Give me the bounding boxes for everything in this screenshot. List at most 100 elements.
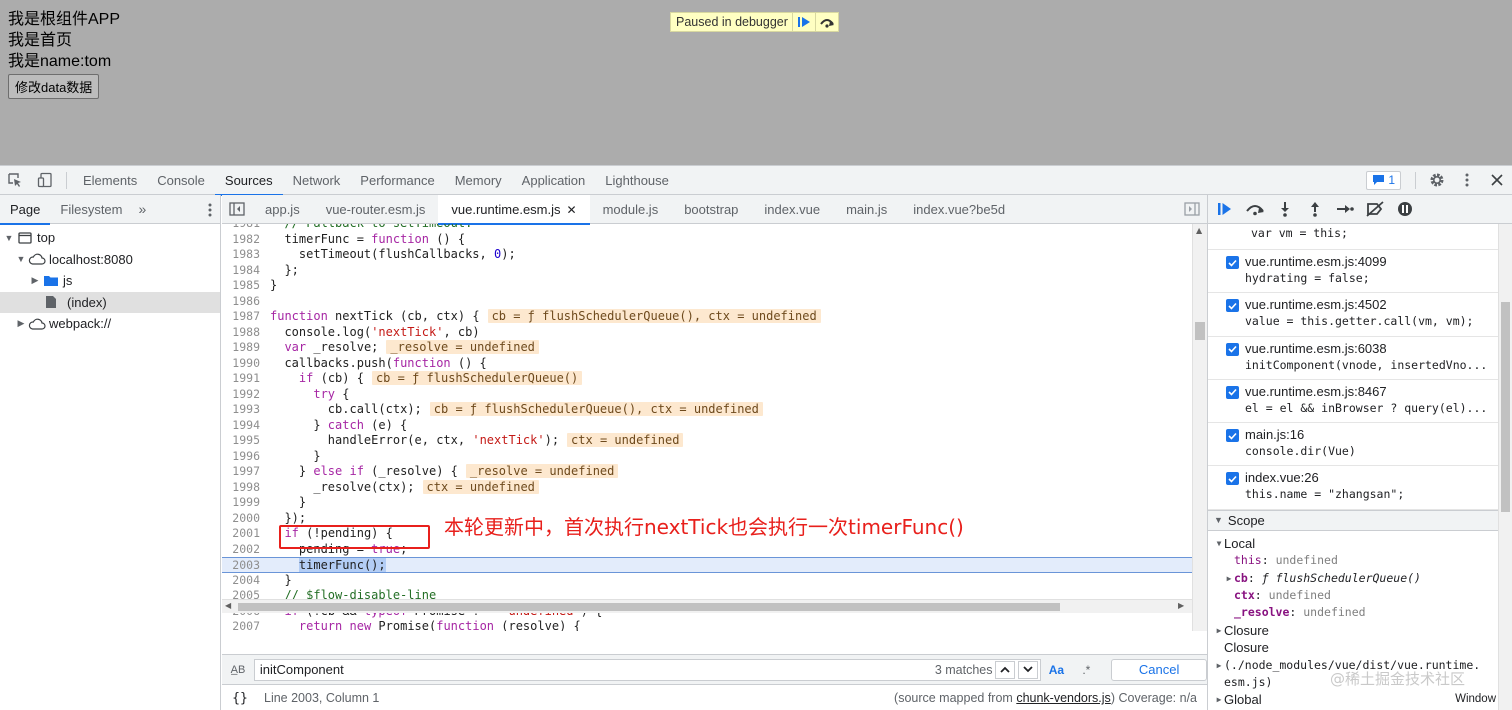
next-match-button[interactable] <box>1018 660 1039 679</box>
more-options-button[interactable] <box>1452 166 1482 195</box>
call-frame[interactable]: var vm = this; <box>1208 224 1512 250</box>
scroll-up-icon[interactable]: ▲ <box>1196 226 1202 235</box>
step-out-button[interactable] <box>1304 198 1326 220</box>
line-number[interactable]: 2007 <box>222 619 264 631</box>
code-line[interactable]: 1997 } else if (_resolve) {_resolve = un… <box>222 464 1192 480</box>
code-line[interactable]: 1992 try { <box>222 387 1192 403</box>
code-line[interactable]: 1996 } <box>222 449 1192 465</box>
code-line[interactable]: 1994 } catch (e) { <box>222 418 1192 434</box>
line-number[interactable]: 1984 <box>222 263 264 279</box>
scope-local[interactable]: ▼ Local <box>1208 535 1512 552</box>
navigator-tab-filesystem[interactable]: Filesystem <box>50 195 132 224</box>
pause-on-exceptions-button[interactable] <box>1394 198 1416 220</box>
code-line[interactable]: 1983 setTimeout(flushCallbacks, 0); <box>222 247 1192 263</box>
line-number[interactable]: 1998 <box>222 480 264 496</box>
toggle-debugger-button[interactable] <box>1177 195 1207 224</box>
call-frame[interactable]: vue.runtime.esm.js:4502 value = this.gett… <box>1208 293 1512 337</box>
tab-application[interactable]: Application <box>512 166 596 195</box>
scope-global[interactable]: ▶ Global Window <box>1208 691 1512 708</box>
toggle-navigator-button[interactable] <box>222 195 252 224</box>
navigator-tab-page[interactable]: Page <box>0 195 51 225</box>
navigator-menu-button[interactable] <box>208 195 212 224</box>
breakpoint-checkbox[interactable] <box>1226 472 1239 486</box>
scrollbar-thumb[interactable] <box>1195 322 1205 340</box>
line-number[interactable]: 2002 <box>222 542 264 558</box>
tree-item-localhost[interactable]: ▼ localhost:8080 <box>0 249 220 271</box>
tab-performance[interactable]: Performance <box>350 166 444 195</box>
line-number[interactable]: 1993 <box>222 402 264 418</box>
code-line[interactable]: 1988 console.log('nextTick', cb) <box>222 325 1192 341</box>
code-area[interactable]: 1981 // Fallback to setTimeout.1982 time… <box>222 224 1192 631</box>
code-line[interactable]: 1990 callbacks.push(function () { <box>222 356 1192 372</box>
line-number[interactable]: 1989 <box>222 340 264 356</box>
line-number[interactable]: 1995 <box>222 433 264 449</box>
step-button[interactable] <box>1334 198 1356 220</box>
resume-button[interactable] <box>791 13 815 31</box>
code-line[interactable]: 1986 <box>222 294 1192 310</box>
code-line[interactable]: 2007 return new Promise(function (resolv… <box>222 619 1192 631</box>
line-number[interactable]: 1999 <box>222 495 264 511</box>
code-line[interactable]: 1984 }; <box>222 263 1192 279</box>
line-number[interactable]: 1990 <box>222 356 264 372</box>
match-case-toggle[interactable]: Aa <box>1041 663 1071 677</box>
scrollbar-thumb[interactable] <box>238 603 1060 611</box>
line-number[interactable]: 2003 <box>222 558 264 572</box>
line-number[interactable]: 1986 <box>222 294 264 310</box>
file-tab-module-js[interactable]: module.js <box>590 195 672 224</box>
device-toolbar-button[interactable] <box>30 166 60 195</box>
find-input-box[interactable]: 3 matches <box>253 658 1042 681</box>
file-tab-index-vue[interactable]: index.vue <box>751 195 833 224</box>
file-tab-main-js[interactable]: main.js <box>833 195 900 224</box>
line-number[interactable]: 1983 <box>222 247 264 263</box>
current-execution-line[interactable]: 2003 timerFunc(); <box>222 557 1192 573</box>
tree-item-top[interactable]: ▼ top <box>0 227 220 249</box>
tree-item-js[interactable]: ▶ js <box>0 270 220 292</box>
step-over-button[interactable] <box>1244 198 1266 220</box>
line-number[interactable]: 2001 <box>222 526 264 542</box>
modify-data-button[interactable]: 修改data数据 <box>8 74 100 99</box>
code-line[interactable]: 1982 timerFunc = function () { <box>222 232 1192 248</box>
line-number[interactable]: 2000 <box>222 511 264 527</box>
breakpoint-checkbox[interactable] <box>1226 342 1239 356</box>
scroll-right-icon[interactable]: ▶ <box>1178 601 1184 610</box>
source-map-link[interactable]: chunk-vendors.js <box>1016 691 1111 705</box>
call-frame[interactable]: vue.runtime.esm.js:4099 hydrating = false… <box>1208 250 1512 294</box>
scroll-left-icon[interactable]: ◀ <box>225 601 231 610</box>
tab-sources[interactable]: Sources <box>214 166 283 196</box>
tab-lighthouse[interactable]: Lighthouse <box>595 166 679 195</box>
scope-closure-module[interactable]: Closure <box>1208 639 1512 656</box>
regex-toggle[interactable]: .* <box>1071 663 1101 677</box>
file-tab-app-js[interactable]: app.js <box>252 195 313 224</box>
tab-console[interactable]: Console <box>147 166 215 195</box>
scrollbar-thumb[interactable] <box>1501 302 1510 512</box>
cancel-search-button[interactable]: Cancel <box>1111 658 1207 681</box>
call-frame[interactable]: vue.runtime.esm.js:8467 el = el && inBrow… <box>1208 380 1512 424</box>
scope-section-header[interactable]: ▼ Scope <box>1208 509 1512 531</box>
tab-network[interactable]: Network <box>283 166 351 195</box>
line-number[interactable]: 1997 <box>222 464 264 480</box>
code-line[interactable]: 1995 handleError(e, ctx, 'nextTick'); ctx… <box>222 433 1192 449</box>
line-number[interactable]: 1991 <box>222 371 264 387</box>
editor-horizontal-scrollbar[interactable]: ◀ ▶ <box>222 599 1192 613</box>
code-line[interactable]: 1999 } <box>222 495 1192 511</box>
call-frame[interactable]: index.vue:26 this.name = "zhangsan"; <box>1208 466 1512 510</box>
replace-toggle-icon[interactable]: A̲B <box>222 664 254 676</box>
code-line[interactable]: 1991 if (cb) {cb = ƒ flushSchedulerQueue… <box>222 371 1192 387</box>
line-number[interactable]: 1994 <box>222 418 264 434</box>
line-number[interactable]: 1988 <box>222 325 264 341</box>
line-number[interactable]: 1982 <box>222 232 264 248</box>
issues-badge[interactable]: 1 <box>1366 170 1401 190</box>
step-over-button[interactable] <box>814 13 838 31</box>
breakpoint-checkbox[interactable] <box>1226 256 1239 269</box>
tab-memory[interactable]: Memory <box>445 166 512 195</box>
inspect-element-button[interactable] <box>0 166 30 195</box>
settings-button[interactable] <box>1422 166 1452 195</box>
breakpoint-checkbox[interactable] <box>1226 299 1239 313</box>
scope-var-this[interactable]: this: undefined <box>1208 552 1512 569</box>
breakpoint-checkbox[interactable] <box>1226 385 1239 399</box>
scope-var-ctx[interactable]: ctx: undefined <box>1208 587 1512 604</box>
file-tab-bootstrap[interactable]: bootstrap <box>671 195 751 224</box>
line-number[interactable]: 1996 <box>222 449 264 465</box>
resume-button[interactable] <box>1214 198 1236 220</box>
call-frame[interactable]: main.js:16 console.dir(Vue) <box>1208 423 1512 467</box>
